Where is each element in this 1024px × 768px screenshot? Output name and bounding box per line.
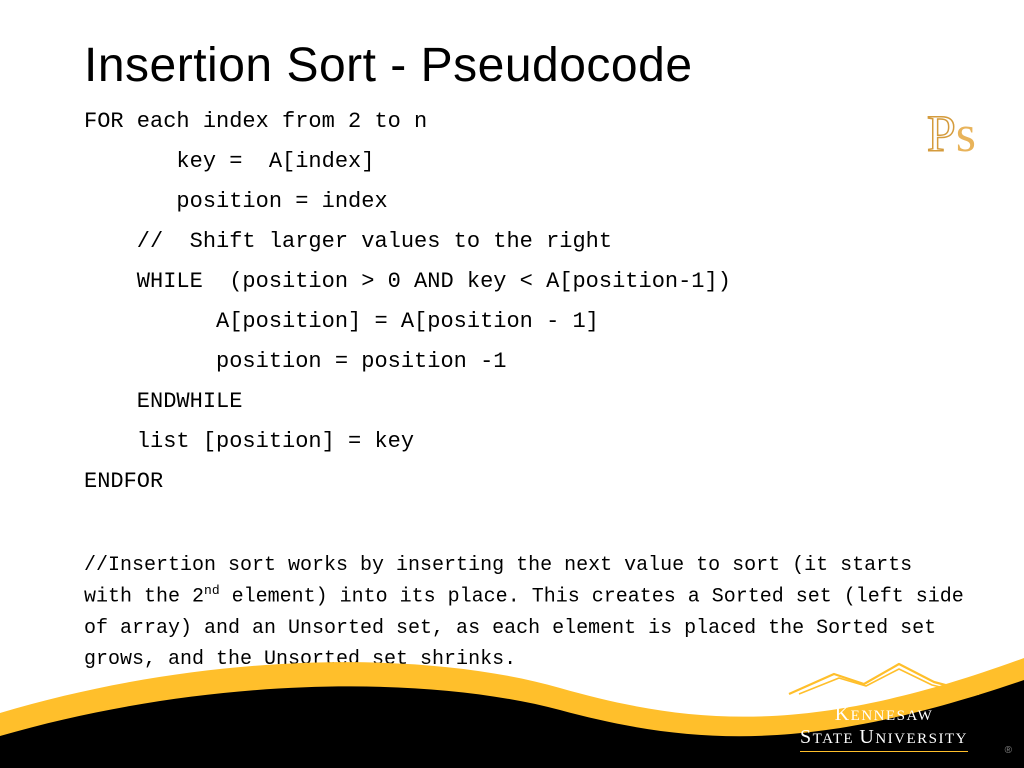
logo-tate: TATE [813,731,860,747]
code-line: WHILE (position > 0 AND key < A[position… [84,262,964,302]
university-logo: KENNESAW STATE UNIVERSITY [784,660,984,752]
desc-superscript: nd [204,583,220,598]
slide-title: Insertion Sort - Pseudocode [84,38,693,93]
registered-mark: ® [1005,745,1012,756]
code-line: key = A[index] [84,142,964,182]
logo-u: U [859,726,875,748]
logo-line2: STATE UNIVERSITY [800,726,968,752]
logo-ennesaw: ENNESAW [851,708,934,724]
code-line: // Shift larger values to the right [84,222,964,262]
slide: Insertion Sort - Pseudocode Ps FOR each … [0,0,1024,768]
logo-niversity: NIVERSITY [875,731,968,747]
code-line: ENDWHILE [84,382,964,422]
code-line: A[position] = A[position - 1] [84,302,964,342]
code-line: position = index [84,182,964,222]
code-line: ENDFOR [84,462,964,502]
code-line: list [position] = key [84,422,964,462]
code-line: position = position -1 [84,342,964,382]
mountain-icon [784,660,984,696]
pseudocode-block: FOR each index from 2 to n key = A[index… [84,102,964,502]
logo-line1: KENNESAW [784,703,984,726]
logo-k: K [835,703,851,725]
logo-s: S [800,726,813,748]
code-line: FOR each index from 2 to n [84,102,964,142]
